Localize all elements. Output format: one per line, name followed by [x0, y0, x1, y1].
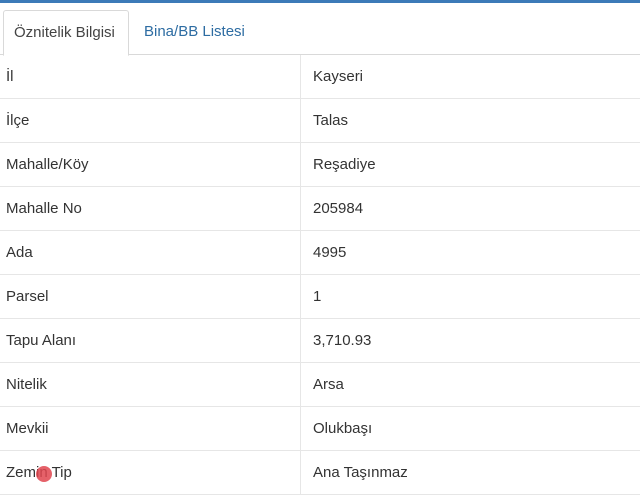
row-value: Olukbaşı — [313, 420, 373, 437]
row-value: Arsa — [313, 376, 344, 393]
row-label: Mahalle No — [6, 200, 82, 217]
row-label: İlçe — [6, 112, 30, 129]
table-row: Mevkii Olukbaşı — [0, 407, 640, 451]
table-row: Zemin Tip Ana Taşınmaz — [0, 451, 640, 495]
table-row: İl Kayseri — [0, 55, 640, 99]
row-value: 205984 — [313, 200, 364, 217]
tab-building-list[interactable]: Bina/BB Listesi — [134, 10, 255, 56]
column-divider — [300, 55, 301, 98]
tab-attribute-info[interactable]: Öznitelik Bilgisi — [3, 10, 129, 56]
row-label: Mahalle/Köy — [6, 156, 89, 173]
tab-bar: Öznitelik Bilgisi Bina/BB Listesi — [0, 3, 640, 56]
row-label: Ada — [6, 244, 33, 261]
column-divider — [300, 187, 301, 230]
row-value: 4995 — [313, 244, 347, 261]
table-row: İlçe Talas — [0, 99, 640, 143]
column-divider — [300, 451, 301, 494]
attribute-table: İl Kayseri İlçe Talas Mahalle/Köy Reşadi… — [0, 55, 640, 495]
cursor-indicator — [36, 466, 52, 482]
row-label: Nitelik — [6, 376, 47, 393]
row-label: Parsel — [6, 288, 49, 305]
column-divider — [300, 231, 301, 274]
column-divider — [300, 363, 301, 406]
row-value: Reşadiye — [313, 156, 376, 173]
row-value: Kayseri — [313, 68, 364, 85]
table-row: Parsel 1 — [0, 275, 640, 319]
table-row: Nitelik Arsa — [0, 363, 640, 407]
column-divider — [300, 99, 301, 142]
row-value: 3,710.93 — [313, 332, 372, 349]
row-value: Talas — [313, 112, 349, 129]
row-label: İl — [6, 68, 14, 85]
column-divider — [300, 319, 301, 362]
table-row: Mahalle No 205984 — [0, 187, 640, 231]
row-label: Mevkii — [6, 420, 49, 437]
column-divider — [300, 407, 301, 450]
table-row: Ada 4995 — [0, 231, 640, 275]
table-row: Tapu Alanı 3,710.93 — [0, 319, 640, 363]
table-row: Mahalle/Köy Reşadiye — [0, 143, 640, 187]
row-label: Tapu Alanı — [6, 332, 77, 349]
row-value: 1 — [313, 288, 322, 305]
row-value: Ana Taşınmaz — [313, 464, 408, 481]
column-divider — [300, 275, 301, 318]
column-divider — [300, 143, 301, 186]
